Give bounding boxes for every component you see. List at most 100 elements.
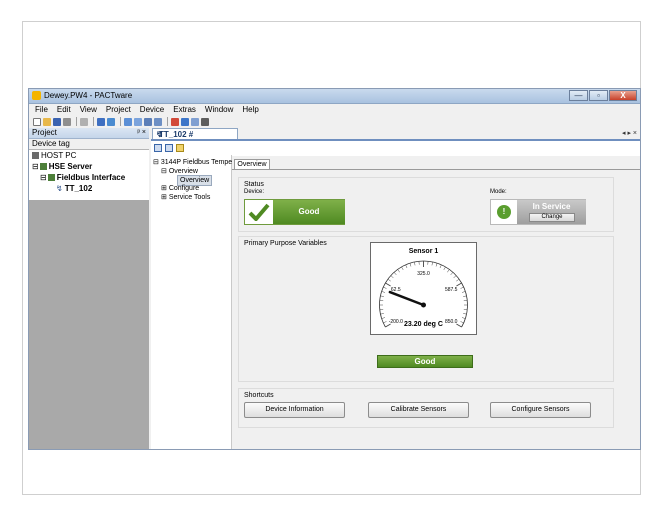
navigation-tree: ⊟ 3144P Fieldbus Tempe ⊟ Overview Overvi… bbox=[151, 155, 232, 449]
menu-file[interactable]: File bbox=[35, 104, 48, 116]
gauge-minor-tick bbox=[460, 286, 464, 289]
menu-help[interactable]: Help bbox=[242, 104, 258, 116]
offline-parameter-icon[interactable] bbox=[134, 117, 142, 126]
help-icon[interactable] bbox=[176, 144, 184, 152]
device-catalog-icon[interactable] bbox=[97, 117, 105, 126]
upload-icon[interactable] bbox=[144, 117, 152, 126]
gauge-title: Sensor 1 bbox=[409, 248, 439, 255]
gauge-minor-tick bbox=[401, 266, 404, 271]
checkmark-icon bbox=[248, 203, 270, 221]
project-panel-title: Project bbox=[32, 128, 57, 137]
print-icon[interactable] bbox=[63, 117, 71, 126]
device-tag-header[interactable]: Device tag bbox=[29, 139, 149, 150]
info-icon: ! bbox=[497, 205, 511, 219]
diagnosis-icon[interactable] bbox=[181, 117, 189, 126]
tree-node-tt-102[interactable]: ↯ TT_102 bbox=[56, 184, 92, 194]
collapse-icon[interactable]: ⊟ bbox=[32, 162, 39, 171]
device-label: Device: bbox=[244, 189, 265, 195]
measured-value-icon[interactable] bbox=[171, 117, 179, 126]
nav-root[interactable]: ⊟ 3144P Fieldbus Tempe bbox=[153, 158, 232, 167]
calibrate-sensors-button[interactable]: Calibrate Sensors bbox=[368, 402, 469, 418]
title-bar: Dewey.PW4 - PACTware — ▫ X bbox=[29, 89, 640, 104]
device-icon: ↯ bbox=[56, 184, 63, 193]
gauge-minor-tick bbox=[431, 261, 433, 266]
menu-edit[interactable]: Edit bbox=[57, 104, 71, 116]
project-tree: HOST PC ⊟ HSE Server ⊟ Fieldbus Interface … bbox=[29, 150, 149, 200]
gauge-minor-tick bbox=[393, 272, 397, 276]
close-button[interactable]: X bbox=[609, 90, 637, 101]
ppv-heading: Primary Purpose Variables bbox=[244, 240, 327, 247]
device-information-button[interactable]: Device Information bbox=[244, 402, 345, 418]
gauge-hub bbox=[421, 302, 426, 308]
toolbar-separator bbox=[93, 117, 94, 126]
gauge-minor-tick bbox=[380, 313, 384, 315]
configure-sensors-button[interactable]: Configure Sensors bbox=[490, 402, 591, 418]
tree-node-host-pc[interactable]: HOST PC bbox=[32, 151, 76, 161]
maximize-button[interactable]: ▫ bbox=[589, 90, 608, 101]
pactware-app-icon bbox=[32, 91, 41, 100]
gauge-minor-tick bbox=[381, 317, 386, 319]
menu-extras[interactable]: Extras bbox=[173, 104, 196, 116]
device-status-value: Good bbox=[273, 200, 345, 224]
project-panel: Device tag HOST PC ⊟ HSE Server ⊟ Fieldbus… bbox=[29, 139, 149, 449]
gauge-minor-tick bbox=[409, 263, 412, 267]
menu-view[interactable]: View bbox=[80, 104, 97, 116]
gauge-minor-tick bbox=[450, 272, 454, 276]
connect-device-icon[interactable] bbox=[154, 144, 162, 152]
fieldbus-interface-icon bbox=[47, 174, 55, 181]
tree-node-hse-server[interactable]: ⊟ HSE Server bbox=[32, 162, 92, 172]
new-file-icon[interactable] bbox=[33, 117, 41, 126]
status-heading: Status bbox=[244, 181, 264, 188]
gauge-minor-tick bbox=[414, 261, 416, 266]
gauge-tick-label: 587.5 bbox=[445, 287, 458, 293]
tab-navigation-icons[interactable]: ◂ ▸ × bbox=[622, 128, 637, 139]
properties-icon[interactable] bbox=[201, 117, 209, 126]
app-window: Dewey.PW4 - PACTware — ▫ X File Edit Vie… bbox=[28, 88, 641, 450]
gauge-needle bbox=[388, 290, 425, 307]
hse-server-icon bbox=[39, 163, 47, 170]
gauge-minor-tick bbox=[456, 278, 460, 282]
gauge-minor-tick bbox=[461, 317, 466, 319]
toolbar-separator bbox=[120, 117, 121, 126]
online-parameter-icon[interactable] bbox=[124, 117, 132, 126]
menu-project[interactable]: Project bbox=[106, 104, 131, 116]
document-area: ⊟ 3144P Fieldbus Tempe ⊟ Overview Overvi… bbox=[151, 139, 640, 449]
menu-device[interactable]: Device bbox=[140, 104, 164, 116]
project-panel-header: Project ᵖ × bbox=[29, 128, 149, 139]
gauge-minor-tick bbox=[435, 263, 438, 267]
change-mode-button[interactable]: Change bbox=[529, 213, 575, 222]
collapse-icon[interactable]: ⊟ bbox=[40, 173, 47, 182]
document-toolbar bbox=[154, 144, 187, 152]
menu-window[interactable]: Window bbox=[205, 104, 233, 116]
connect-icon[interactable] bbox=[80, 117, 88, 126]
gauge-major-tick bbox=[456, 282, 462, 287]
simulation-icon[interactable] bbox=[191, 117, 199, 126]
gauge-minor-tick bbox=[463, 295, 467, 297]
nav-service-tools[interactable]: ⊞ Service Tools bbox=[161, 193, 210, 202]
gauge-dial: Sensor 1 -200.062.5325.0587.5850.0 23.20… bbox=[379, 248, 468, 328]
gauge-minor-tick bbox=[387, 278, 391, 282]
toolbar-separator bbox=[76, 117, 77, 126]
mode-label: Mode: bbox=[490, 189, 507, 195]
device-status-indicator: Good bbox=[244, 199, 345, 225]
download-icon[interactable] bbox=[154, 117, 162, 126]
gauge-labels: -200.062.5325.0587.5850.0 bbox=[389, 271, 458, 325]
disconnect-device-icon[interactable] bbox=[165, 144, 173, 152]
pv-status-indicator: Good bbox=[377, 355, 473, 368]
minimize-button[interactable]: — bbox=[569, 90, 588, 101]
gauge-minor-tick bbox=[380, 295, 384, 297]
gauge-minor-tick bbox=[447, 269, 450, 273]
nav-configure[interactable]: ⊞ Configure bbox=[161, 184, 199, 193]
mode-indicator: ! In Service Change bbox=[490, 199, 586, 225]
open-folder-icon[interactable] bbox=[43, 117, 51, 126]
panel-pin-close-icon[interactable]: ᵖ × bbox=[137, 128, 146, 138]
tree-node-fieldbus-interface[interactable]: ⊟ Fieldbus Interface bbox=[40, 173, 125, 183]
gauge-minor-tick bbox=[397, 269, 400, 273]
save-icon[interactable] bbox=[53, 117, 61, 126]
overview-content: Overview Status Device: Good Mode: ! In … bbox=[232, 156, 640, 449]
gauge-minor-tick bbox=[381, 291, 386, 293]
mode-value: In Service bbox=[532, 202, 571, 211]
add-device-icon[interactable] bbox=[107, 117, 115, 126]
document-tab[interactable]: ↯ TT_102 # Parameter bbox=[152, 128, 238, 150]
window-title: Dewey.PW4 - PACTware bbox=[44, 91, 133, 100]
